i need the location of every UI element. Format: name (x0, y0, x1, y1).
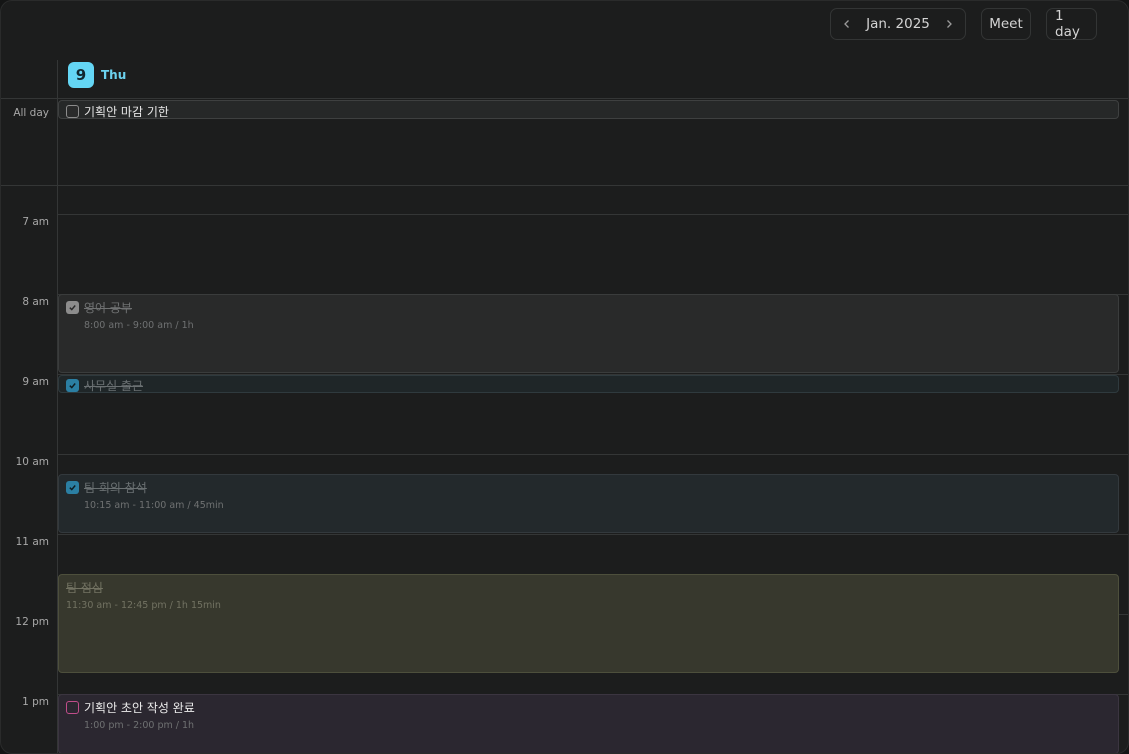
time-label: 11 am (15, 536, 49, 548)
toolbar: Jan. 2025 Meet 1 day (830, 8, 1097, 40)
event-time: 1:00 pm - 2:00 pm / 1h (84, 720, 195, 731)
event-title: 팀 점심 (66, 581, 103, 595)
allday-label: All day (13, 107, 49, 119)
event-title: 팀 회의 참석 (84, 481, 147, 495)
time-label: 12 pm (15, 616, 49, 628)
event-english-study[interactable]: 영어 공부 8:00 am - 9:00 am / 1h (58, 294, 1119, 373)
time-label: 10 am (15, 456, 49, 468)
chevron-right-icon (947, 20, 952, 28)
event-time: 8:00 am - 9:00 am / 1h (84, 320, 194, 331)
event-title: 기획안 초안 작성 완료 (84, 701, 195, 715)
event-title: 사무실 출근 (84, 379, 144, 393)
event-time: 10:15 am - 11:00 am / 45min (84, 500, 224, 511)
task-checkbox[interactable] (66, 379, 79, 392)
day-header[interactable]: 9 Thu (68, 62, 126, 88)
task-checkbox[interactable] (66, 301, 79, 314)
chevron-left-icon (844, 20, 849, 28)
check-icon (69, 305, 76, 311)
meet-button[interactable]: Meet (981, 8, 1031, 40)
event-time: 11:30 am - 12:45 pm / 1h 15min (66, 600, 221, 611)
day-number-badge: 9 (68, 62, 94, 88)
allday-event[interactable]: 기획안 마감 기한 (58, 100, 1119, 119)
task-checkbox[interactable] (66, 105, 79, 118)
time-label: 9 am (22, 376, 49, 388)
time-label: 8 am (22, 296, 49, 308)
next-month-button[interactable] (933, 9, 965, 39)
hour-line (58, 534, 1128, 535)
check-icon (69, 485, 76, 491)
event-title: 기획안 마감 기한 (84, 105, 169, 119)
event-title: 영어 공부 (84, 301, 132, 315)
calendar-window: Jan. 2025 Meet 1 day 9 Thu All day 7 am … (0, 0, 1129, 754)
hour-line (58, 454, 1128, 455)
day-name: Thu (101, 68, 127, 82)
time-label: 1 pm (22, 696, 49, 708)
allday-divider (1, 185, 1128, 186)
event-team-meeting[interactable]: 팀 회의 참석 10:15 am - 11:00 am / 45min (58, 474, 1119, 533)
task-checkbox[interactable] (66, 701, 79, 714)
month-label[interactable]: Jan. 2025 (863, 16, 933, 32)
hour-line (58, 214, 1128, 215)
event-draft-complete[interactable]: 기획안 초안 작성 완료 1:00 pm - 2:00 pm / 1h (58, 694, 1119, 753)
event-office[interactable]: 사무실 출근 (58, 375, 1119, 393)
view-mode-button[interactable]: 1 day (1046, 8, 1097, 40)
time-label: 7 am (22, 216, 49, 228)
check-icon (69, 383, 76, 389)
header-divider (1, 98, 1128, 99)
event-team-lunch[interactable]: 팀 점심 11:30 am - 12:45 pm / 1h 15min (58, 574, 1119, 673)
prev-month-button[interactable] (831, 9, 863, 39)
month-navigator: Jan. 2025 (830, 8, 966, 40)
task-checkbox[interactable] (66, 481, 79, 494)
